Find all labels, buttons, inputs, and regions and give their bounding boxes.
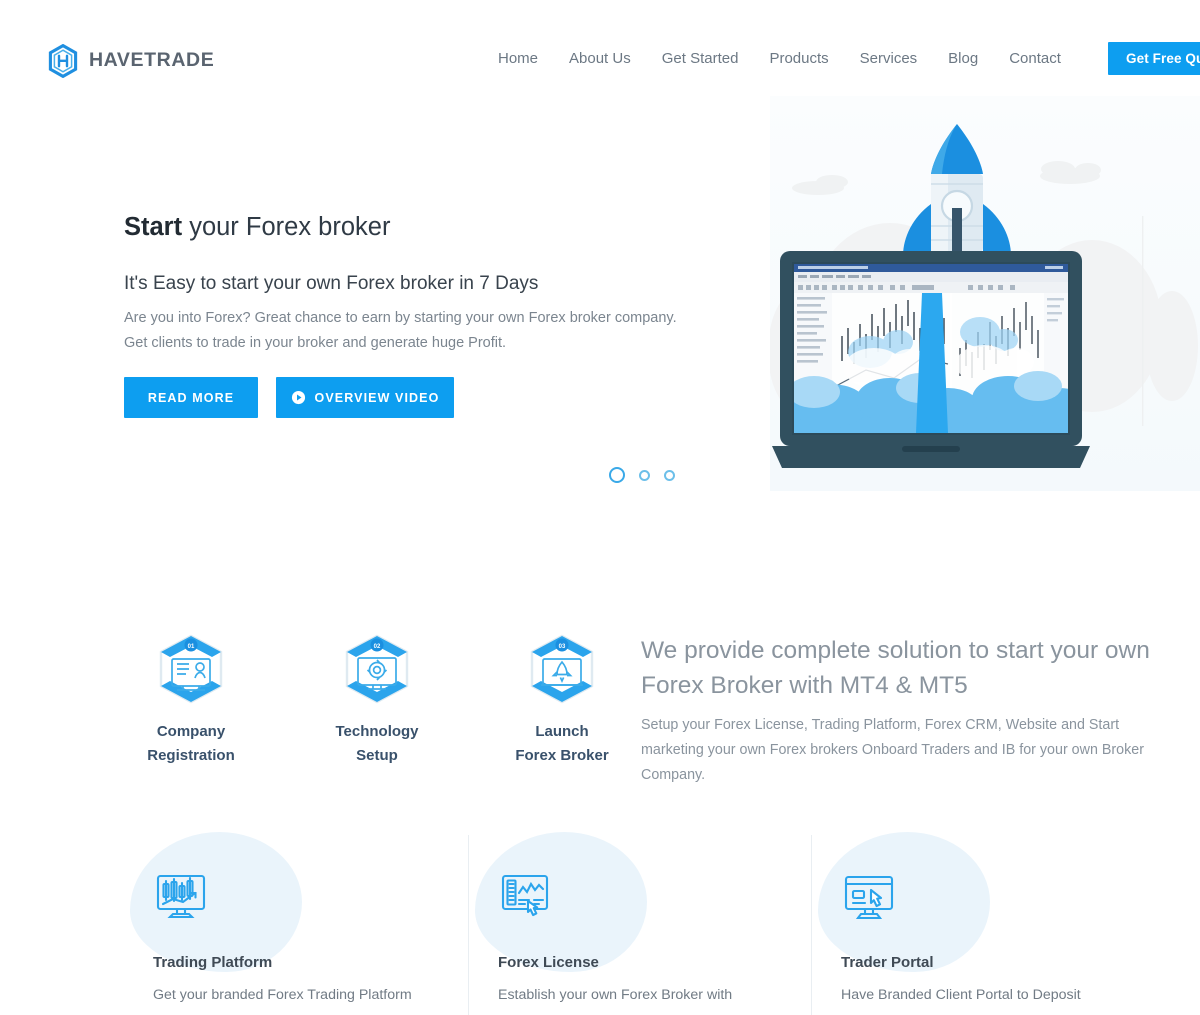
hero-title: Start your Forex broker — [124, 212, 744, 243]
step-launch-forex-broker[interactable]: 03 Launch Forex Broker — [477, 620, 647, 768]
nav-item-home[interactable]: Home — [498, 48, 554, 70]
step-label-line-2: Forex Broker — [515, 747, 609, 764]
feature-cards-section: Trading Platform Get your branded Forex … — [0, 830, 1200, 1015]
solution-block: We provide complete solution to start yo… — [641, 634, 1161, 789]
step-label-line-2: Registration — [147, 747, 235, 764]
step-technology-setup[interactable]: 02 Technology Setup — [292, 620, 462, 768]
launch-forex-broker-icon: 03 — [524, 632, 600, 708]
carousel-dot-1[interactable] — [609, 467, 625, 483]
trader-portal-monitor-icon — [841, 870, 897, 926]
nav-item-contact[interactable]: Contact — [994, 48, 1077, 70]
card-description: Have Branded Client Portal to Deposit — [841, 987, 1081, 1003]
hero-copy: Start your Forex broker It's Easy to sta… — [124, 212, 744, 356]
card-title: Forex License — [498, 954, 599, 971]
card-title: Trading Platform — [153, 954, 273, 971]
nav-item-services[interactable]: Services — [844, 48, 933, 70]
nav-item-get-started[interactable]: Get Started — [646, 48, 754, 70]
nav-item-products[interactable]: Products — [754, 48, 844, 70]
company-registration-icon: 01 — [153, 632, 229, 708]
card-description: Establish your own Forex Broker with — [498, 987, 733, 1003]
read-more-label: READ MORE — [147, 390, 235, 405]
step-launch-forex-broker-label: Launch Forex Broker — [477, 720, 647, 768]
hero-section: Start your Forex broker It's Easy to sta… — [0, 96, 1200, 496]
read-more-button[interactable]: READ MORE — [124, 377, 258, 418]
hero-subtitle: It's Easy to start your own Forex broker… — [124, 272, 539, 294]
site-header: HAVETRADE Home About Us Get Started Prod… — [0, 0, 1200, 96]
step-label-line-1: Company — [156, 723, 226, 740]
nav-item-blog[interactable]: Blog — [933, 48, 994, 70]
card-description: Get your branded Forex Trading Platform — [153, 987, 412, 1003]
carousel-dots — [609, 467, 675, 483]
solution-description: Setup your Forex License, Trading Platfo… — [641, 716, 1144, 784]
nav-item-about-us[interactable]: About Us — [554, 48, 647, 70]
hero-description-line-1: Are you into Forex? Great chance to earn… — [124, 310, 677, 327]
step-label-line-2: Setup — [356, 747, 398, 764]
trading-chart-monitor-icon — [153, 870, 209, 926]
carousel-dot-3[interactable] — [664, 469, 675, 481]
rocket-laptop-illustration — [770, 96, 1200, 491]
hexagon-h-logo-icon — [46, 44, 80, 78]
carousel-dot-2[interactable] — [639, 469, 650, 481]
get-free-quote-button[interactable]: Get Free Quote — [1108, 42, 1200, 75]
card-forex-license[interactable]: Forex License Establish your own Forex B… — [469, 830, 814, 1015]
step-company-registration[interactable]: 01 Company Registration — [106, 620, 276, 768]
hero-description-line-2: Get clients to trade in your broker and … — [124, 335, 507, 352]
solution-title-line-1: We provide complete solution to start yo… — [641, 637, 1099, 664]
brand-logo[interactable]: HAVETRADE — [46, 44, 214, 78]
play-circle-icon — [291, 390, 306, 405]
step-label-line-1: Launch — [535, 723, 589, 740]
card-trading-platform[interactable]: Trading Platform Get your branded Forex … — [124, 830, 469, 1015]
svg-text:03: 03 — [559, 644, 566, 650]
card-trader-portal[interactable]: Trader Portal Have Branded Client Portal… — [812, 830, 1157, 1015]
overview-video-label: OVERVIEW VIDEO — [314, 390, 440, 405]
card-title: Trader Portal — [841, 954, 934, 971]
brand-name: HAVETRADE — [89, 49, 215, 72]
step-label-line-1: Technology — [335, 723, 419, 740]
technology-setup-icon: 02 — [339, 632, 415, 708]
hero-title-bold: Start — [124, 213, 183, 241]
svg-text:01: 01 — [188, 644, 195, 650]
solution-title: We provide complete solution to start yo… — [641, 634, 1161, 704]
landing-page: HAVETRADE Home About Us Get Started Prod… — [0, 0, 1200, 1015]
step-company-registration-label: Company Registration — [106, 720, 276, 768]
license-chart-click-icon — [498, 870, 554, 926]
hero-title-rest: your Forex broker — [182, 213, 391, 241]
step-technology-setup-label: Technology Setup — [292, 720, 462, 768]
main-navigation: Home About Us Get Started Products Servi… — [498, 48, 1076, 70]
svg-text:02: 02 — [374, 644, 381, 650]
overview-video-button[interactable]: OVERVIEW VIDEO — [276, 377, 454, 418]
hero-button-group: READ MORE OVERVIEW VIDEO — [124, 377, 454, 418]
